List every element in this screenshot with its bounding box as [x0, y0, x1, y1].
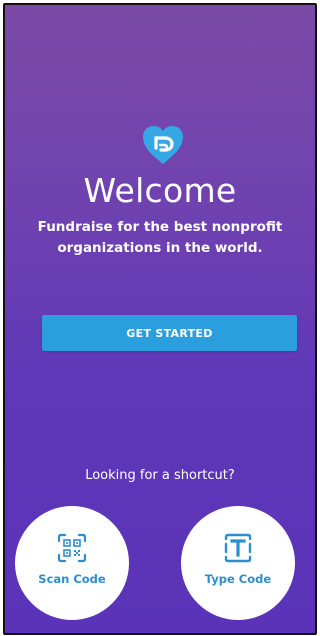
subtitle-line-2: organizations in the world.: [57, 240, 263, 256]
text-t-icon: [224, 533, 252, 563]
qr-code-icon: [57, 533, 87, 563]
type-code-label: Type Code: [204, 572, 272, 586]
welcome-subtitle: Fundraise for the best nonprofit organiz…: [25, 217, 295, 259]
welcome-title: Welcome: [83, 171, 237, 210]
subtitle-line-1: Fundraise for the best nonprofit: [37, 219, 283, 235]
scan-code-button[interactable]: Scan Code: [15, 506, 129, 620]
heart-logo-icon: [143, 126, 183, 164]
scan-code-label: Scan Code: [38, 572, 106, 586]
type-code-button[interactable]: Type Code: [181, 506, 295, 620]
shortcut-prompt: Looking for a shortcut?: [85, 468, 235, 483]
get-started-button[interactable]: GET STARTED: [42, 315, 297, 351]
app-screen: Welcome Fundraise for the best nonprofit…: [3, 3, 317, 635]
